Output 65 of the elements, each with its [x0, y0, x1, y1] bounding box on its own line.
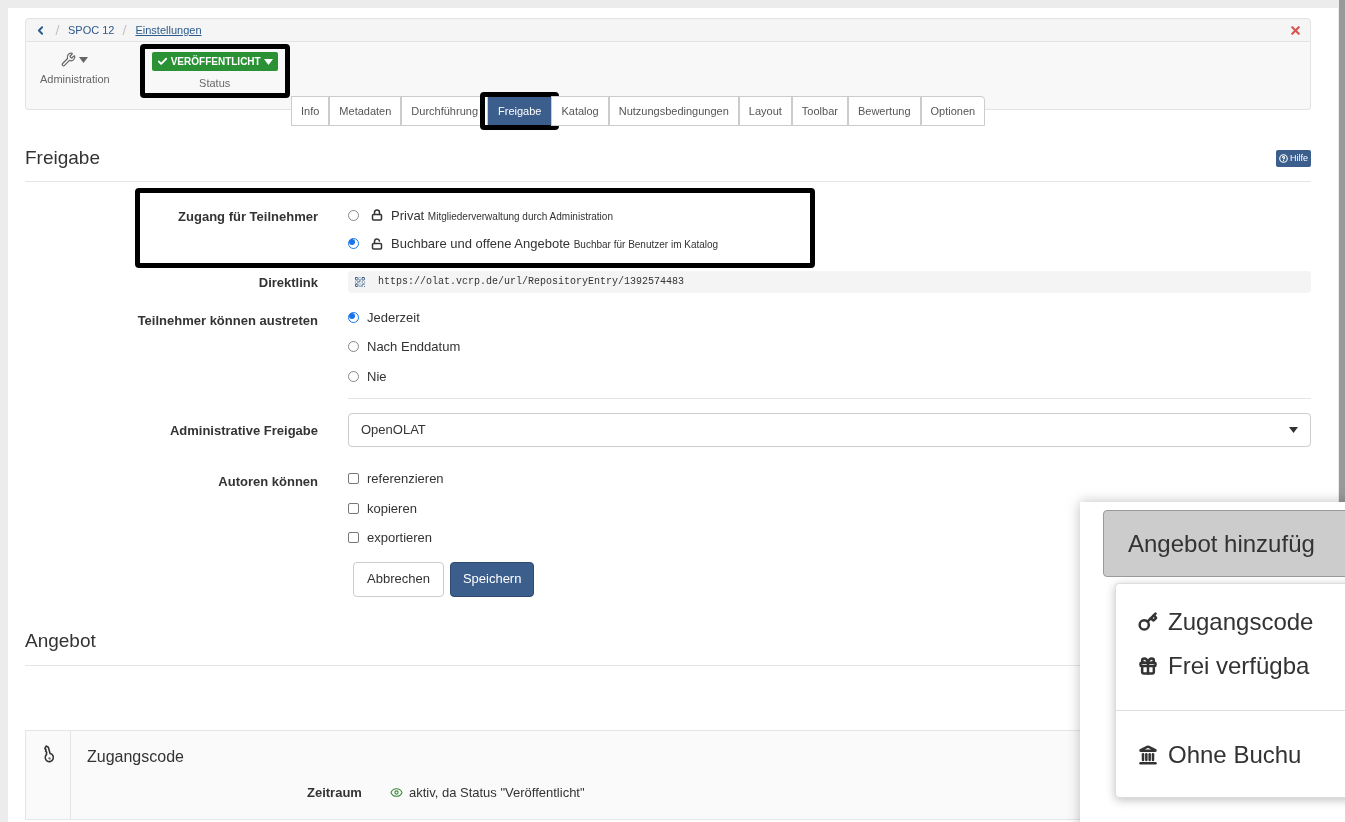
section-title: Freigabe: [25, 146, 100, 170]
unlocked-lock-icon: [371, 237, 383, 250]
option-label: Nach Enddatum: [367, 338, 461, 356]
tab[interactable]: Nutzungsbedingungen: [608, 96, 739, 126]
caret-icon: [1289, 427, 1298, 433]
menu-item[interactable]: Ohne Buchu: [1116, 733, 1345, 777]
field-label: Autoren können: [218, 474, 318, 489]
tab[interactable]: Optionen: [920, 96, 986, 126]
help-icon: [1279, 153, 1288, 163]
tab[interactable]: Katalog: [551, 96, 609, 126]
save-button[interactable]: Speichern: [449, 561, 535, 597]
administration-menu[interactable]: Administration: [40, 52, 110, 88]
close-icon[interactable]: [1289, 23, 1302, 37]
wrench-icon: [61, 52, 77, 67]
tab[interactable]: Info: [291, 96, 330, 126]
caret-icon: [79, 56, 89, 63]
option-label: exportieren: [367, 529, 433, 547]
building-icon: [1138, 745, 1158, 765]
caret-icon: [263, 58, 273, 65]
checkbox[interactable]: [348, 502, 359, 514]
option-label: Jederzeit: [367, 308, 420, 327]
radio-button[interactable]: [348, 238, 359, 250]
option-label: kopieren: [367, 499, 417, 518]
gift-icon: [1138, 656, 1158, 676]
status-dropdown[interactable]: VERÖFFENTLICHT: [151, 52, 278, 71]
radio-button[interactable]: [348, 311, 359, 323]
add-offer-button[interactable]: Angebot hinzufüg: [1103, 510, 1345, 577]
tab[interactable]: Durchführung: [401, 96, 488, 126]
lock-icon: [371, 209, 383, 222]
field-label: Zugang für Teilnehmer: [178, 208, 318, 224]
cancel-button[interactable]: Abbrechen: [353, 561, 444, 597]
menu-item[interactable]: Frei verfügba: [1116, 644, 1345, 688]
release-select[interactable]: OpenOLAT: [348, 413, 1311, 447]
key-icon: [1138, 612, 1158, 632]
tab[interactable]: Toolbar: [791, 96, 848, 126]
tab[interactable]: Metadaten: [329, 96, 402, 126]
separator-icon: [55, 25, 60, 35]
breadcrumb-link[interactable]: SPOC 12: [68, 21, 115, 39]
radio-button[interactable]: [348, 370, 359, 382]
check-icon: [156, 56, 168, 67]
radio-button[interactable]: [348, 341, 359, 353]
field-label: Direktlink: [258, 274, 318, 290]
tab[interactable]: Freigabe: [488, 96, 552, 126]
field-label: Zeitraum: [307, 784, 362, 802]
period-value: aktiv, da Status "Veröffentlicht": [408, 784, 585, 802]
section-title: Angebot: [25, 628, 96, 653]
field-label: Administrative Freigabe: [169, 423, 318, 438]
eye-icon: [389, 786, 403, 800]
field-label: Teilnehmer können austreten: [137, 312, 318, 328]
card-title: Zugangscode: [87, 747, 184, 767]
link-field: https://olat.vcrp.de/url/RepositoryEntry/1392574483: [348, 270, 1311, 293]
qr-code-icon[interactable]: [354, 275, 366, 288]
option-label: referenzieren: [367, 470, 444, 488]
radio-button[interactable]: [348, 209, 359, 221]
tab[interactable]: Bewertung: [847, 96, 921, 126]
checkbox[interactable]: [348, 473, 359, 485]
separator-icon: [122, 25, 128, 35]
menu-item[interactable]: Zugangscode: [1116, 600, 1345, 644]
status-label: Status: [199, 76, 231, 91]
option-label: Buchbare und offene Angebote Buchbar für Benutzer im Katalog: [391, 235, 719, 253]
breadcrumb-link[interactable]: Einstellungen: [135, 21, 202, 39]
tab[interactable]: Layout: [738, 96, 792, 126]
checkbox[interactable]: [348, 532, 359, 544]
option-label: Privat Mitgliederverwaltung durch Administration: [391, 206, 613, 225]
option-label: Nie: [367, 367, 387, 386]
